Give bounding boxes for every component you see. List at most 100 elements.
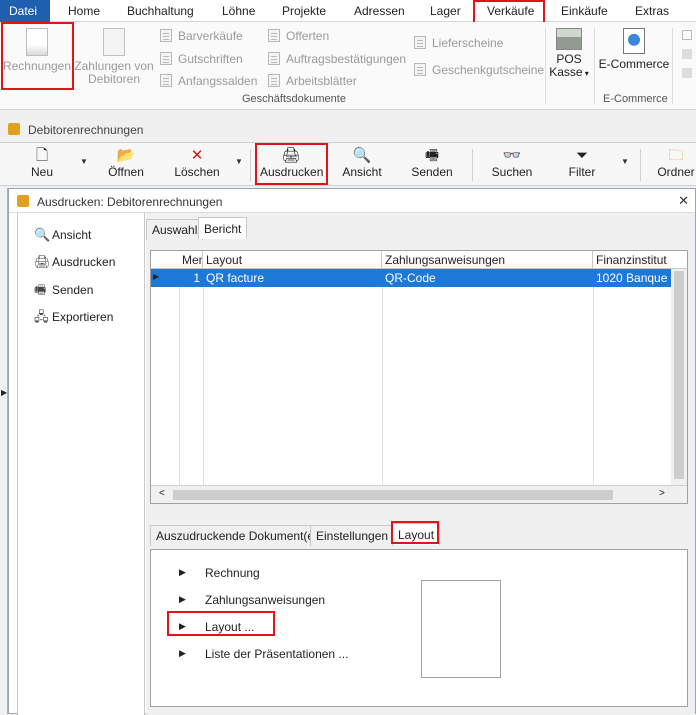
menu-home[interactable]: Home [68, 4, 100, 18]
vertical-scrollbar[interactable] [671, 269, 687, 485]
option-zahlungsanweisungen[interactable]: ▶ Zahlungsanweisungen [179, 593, 326, 607]
filter-button[interactable]: ⏷ Filter [562, 147, 602, 179]
ecommerce-icon [623, 28, 645, 54]
binoculars-icon: 👓 [502, 147, 522, 164]
search-label: Suchen [491, 165, 533, 179]
ecommerce-label: E-Commerce [598, 57, 670, 71]
worksheet-icon [268, 74, 280, 87]
side-item-ausdrucken[interactable]: 🖨Ausdrucken [34, 254, 115, 270]
scroll-right-icon[interactable]: > [659, 488, 665, 499]
menu-loehne[interactable]: Löhne [222, 4, 255, 18]
cash-register-icon [556, 28, 582, 50]
menu-buchhaltung[interactable]: Buchhaltung [127, 4, 194, 18]
preview-icon: 🔍 [34, 227, 51, 242]
folder-button[interactable]: 🗀 Ordner [656, 147, 696, 179]
new-dropdown-arrow-icon[interactable]: ▼ [80, 157, 88, 166]
side-item-label: Senden [52, 283, 94, 297]
highlight-layout-tab [391, 521, 439, 544]
grid-line [203, 287, 204, 487]
option-label: Liste der Präsentationen ... [205, 647, 349, 661]
barverkaeufe-button[interactable]: Barverkäufe [160, 29, 243, 43]
delivery-note-icon [414, 36, 426, 49]
ecommerce-button[interactable]: E-Commerce [598, 28, 670, 71]
more-icon[interactable] [682, 30, 692, 40]
highlight-print [255, 143, 328, 185]
tab-auszudruckende-dokumente[interactable]: Auszudruckende Dokument(e) [150, 525, 325, 546]
open-label: Öffnen [108, 165, 144, 179]
column-header-layout[interactable]: Layout [203, 251, 382, 269]
option-label: Rechnung [205, 566, 260, 580]
anfangssalden-label: Anfangssalden [178, 74, 258, 88]
delete-dropdown-arrow-icon[interactable]: ▼ [235, 157, 243, 166]
tab-bericht[interactable]: Bericht [198, 217, 248, 239]
offerten-label: Offerten [286, 29, 330, 43]
menu-bar: Datei Home Buchhaltung Löhne Projekte Ad… [0, 0, 696, 25]
tab-einstellungen[interactable]: Einstellungen [310, 525, 395, 546]
filter-dropdown-arrow-icon[interactable]: ▼ [621, 157, 629, 166]
column-header-payment[interactable]: Zahlungsanweisungen [382, 251, 593, 269]
printer-icon: 🖨 [34, 254, 51, 269]
scroll-left-icon[interactable]: < [159, 488, 165, 499]
group-geschaeftsdokumente: Geschäftsdokumente [242, 93, 346, 105]
zahlungen-button[interactable]: Zahlungen von Debitoren [74, 28, 154, 86]
menu-datei[interactable]: Datei [0, 0, 50, 22]
tab-auswahl[interactable]: Auswahl [146, 219, 204, 240]
option-label: Zahlungsanweisungen [205, 593, 326, 607]
lieferscheine-button[interactable]: Lieferscheine [414, 36, 503, 50]
dialog-titlebar: Ausdrucken: Debitorenrechnungen ✕ [9, 189, 695, 213]
zahlungen-label: Zahlungen von Debitoren [74, 59, 154, 86]
side-item-label: Ausdrucken [52, 255, 116, 269]
send-button[interactable]: 🖷 Senden [410, 147, 454, 179]
menu-projekte[interactable]: Projekte [282, 4, 326, 18]
menu-einkaeufe[interactable]: Einkäufe [561, 4, 608, 18]
scroll-thumb[interactable] [173, 490, 613, 500]
side-item-label: Ansicht [52, 228, 92, 242]
order-confirmation-icon [268, 52, 280, 65]
menu-lager[interactable]: Lager [430, 4, 461, 18]
cell-men[interactable]: 1 [179, 269, 203, 287]
horizontal-scrollbar[interactable]: < > [151, 485, 687, 503]
menu-extras[interactable]: Extras [635, 4, 669, 18]
column-header-bank[interactable]: Finanzinstitut [593, 251, 687, 269]
menu-adressen[interactable]: Adressen [354, 4, 405, 18]
close-icon[interactable]: ✕ [678, 193, 689, 209]
payment-doc-icon [103, 28, 125, 56]
scroll-thumb[interactable] [674, 271, 684, 479]
offerten-button[interactable]: Offerten [268, 29, 329, 43]
auftragsbestaetigungen-label: Auftragsbestätigungen [286, 52, 407, 66]
option-liste-praesentationen[interactable]: ▶ Liste der Präsentationen ... [179, 647, 349, 661]
arbeitsblaetter-label: Arbeitsblätter [286, 74, 357, 88]
new-document-icon: 🗋 [35, 147, 49, 164]
pos-kasse-button[interactable]: POS Kasse ▾ [548, 28, 590, 80]
dialog-main: Auswahl Bericht Men Layout Zahlungsanwei… [146, 213, 695, 715]
arrow-right-icon: ▶ [179, 567, 186, 577]
auftragsbestaetigungen-button[interactable]: Auftragsbestätigungen [268, 52, 406, 66]
cell-payment[interactable]: QR-Code [382, 269, 593, 287]
new-button[interactable]: 🗋 Neu [26, 147, 58, 179]
column-header-men[interactable]: Men [179, 251, 203, 269]
anfangssalden-button[interactable]: Anfangssalden [160, 74, 257, 88]
opening-balance-icon [160, 74, 172, 87]
side-item-exportieren[interactable]: 🖧 Exportieren [34, 308, 113, 330]
send-icon: 🖷 [34, 282, 47, 297]
grid-line [179, 287, 180, 487]
cell-layout[interactable]: QR facture [203, 269, 382, 287]
view-button[interactable]: 🔍 Ansicht [340, 147, 384, 179]
filter-label: Filter [568, 165, 596, 179]
delete-x-icon: ✕ [190, 147, 204, 164]
side-item-label: Exportieren [52, 310, 114, 324]
option-rechnung[interactable]: ▶ Rechnung [179, 566, 260, 580]
gutschriften-button[interactable]: Gutschriften [160, 52, 243, 66]
open-button[interactable]: 📂 Öffnen [106, 147, 146, 179]
side-item-ansicht[interactable]: 🔍 Ansicht [34, 227, 91, 243]
pos-label: POS [556, 52, 582, 66]
folder-icon: 🗀 [668, 147, 684, 164]
window-titlebar: Debitorenrechnungen [0, 118, 696, 142]
arbeitsblaetter-button[interactable]: Arbeitsblätter [268, 74, 357, 88]
side-item-senden[interactable]: 🖷 Senden [34, 281, 93, 303]
ribbon-separator [545, 28, 546, 104]
geschenkgutscheine-button[interactable]: Geschenkgutscheine [414, 63, 544, 77]
search-button[interactable]: 👓 Suchen [490, 147, 534, 179]
delete-button[interactable]: ✕ Löschen [172, 147, 222, 179]
gift-voucher-icon [414, 63, 426, 76]
